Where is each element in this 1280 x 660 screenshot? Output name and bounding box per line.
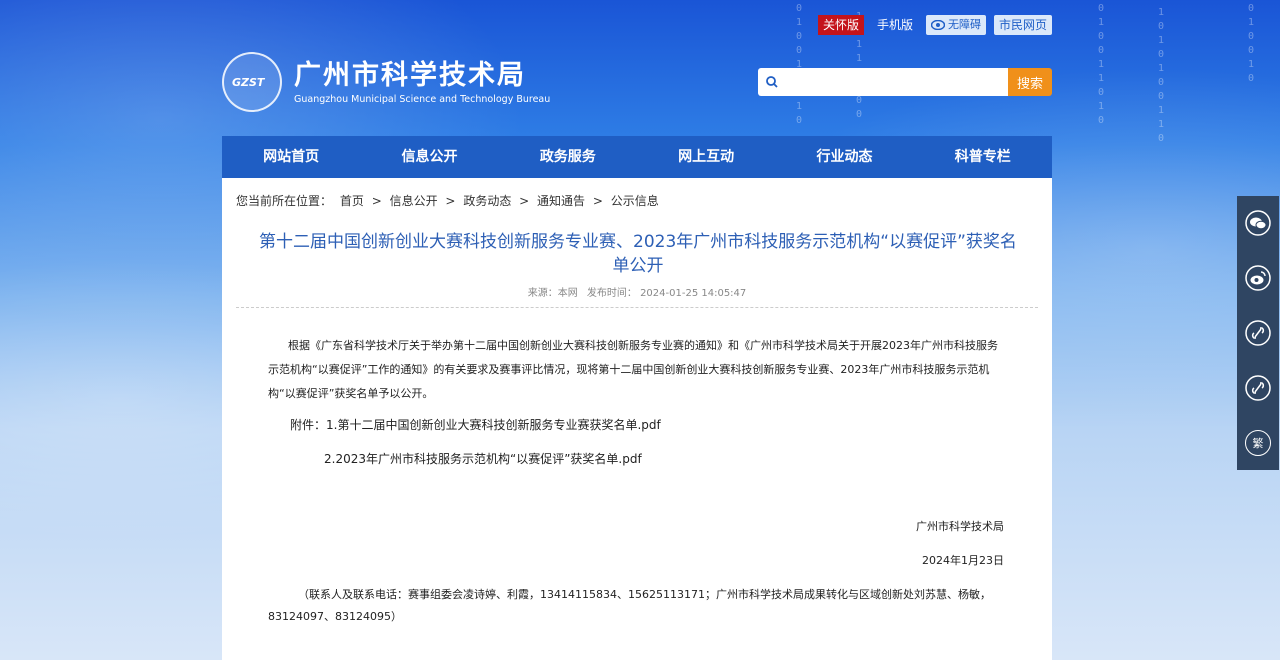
citizen-page-link[interactable]: 市民网页 (993, 15, 1052, 35)
site-logo[interactable]: GZST 广州市科学技术局 Guangzhou Municipal Scienc… (222, 52, 550, 112)
link-icon (1245, 320, 1271, 346)
article-title: 第十二届中国创新创业大赛科技创新服务专业赛、2023年广州市科技服务示范机构“以… (259, 232, 1017, 276)
traditional-chinese-toggle[interactable]: 繁 (1237, 415, 1279, 470)
breadcrumb-item-public[interactable]: 公示信息 (611, 194, 659, 208)
divider (236, 307, 1038, 308)
accessibility-link[interactable]: 无障碍 (925, 15, 986, 35)
article-paragraph: 根据《广东省科学技术厅关于举办第十二届中国创新创业大赛科技创新服务专业赛的通知》… (268, 339, 998, 400)
breadcrumb-sep: > (445, 194, 456, 208)
contact-info: （联系人及联系电话：赛事组委会凌诗婷、利霞，13414115834、156251… (268, 588, 991, 623)
logo-emblem-icon: GZST (222, 52, 282, 112)
decor-digits: 1010100110 (1158, 7, 1165, 144)
nav-government-services[interactable]: 政务服务 (499, 136, 637, 178)
care-version-link[interactable]: 关怀版 (817, 15, 864, 35)
nav-industry-news[interactable]: 行业动态 (775, 136, 913, 178)
nav-science-column[interactable]: 科普专栏 (914, 136, 1052, 178)
site-subtitle: Guangzhou Municipal Science and Technolo… (294, 93, 551, 105)
main-nav: 网站首页 信息公开 政务服务 网上互动 行业动态 科普专栏 (222, 136, 1052, 178)
search-icon (766, 76, 778, 88)
breadcrumb-sep: > (371, 194, 382, 208)
breadcrumb-prefix: 您当前所在位置： (236, 194, 333, 208)
search-button[interactable]: 搜索 (1008, 68, 1052, 96)
article-panel: 您当前所在位置： 首页 > 信息公开 > 政务动态 > 通知通告 > 公示信息 … (222, 178, 1052, 660)
share-wechat[interactable] (1237, 196, 1279, 251)
nav-info-disclosure[interactable]: 信息公开 (360, 136, 498, 178)
article-source: 来源：本网 (527, 288, 578, 299)
breadcrumb-item-notices[interactable]: 通知通告 (537, 194, 585, 208)
breadcrumb: 您当前所在位置： 首页 > 信息公开 > 政务动态 > 通知通告 > 公示信息 (236, 192, 663, 209)
share-sidebar: 繁 (1237, 196, 1279, 470)
top-links: 关怀版 手机版 无障碍 市民网页 (817, 15, 1052, 35)
breadcrumb-item-info[interactable]: 信息公开 (390, 194, 438, 208)
breadcrumb-sep: > (519, 194, 530, 208)
search-input[interactable] (784, 74, 1008, 90)
share-link-1[interactable] (1237, 306, 1279, 361)
decor-digits: 010010 (1248, 3, 1255, 84)
link-icon (1245, 375, 1271, 401)
article-publish-time: 发布时间： 2024-01-25 14:05:47 (586, 288, 747, 299)
wechat-icon (1245, 210, 1271, 237)
search-bar: 搜索 (758, 68, 1052, 96)
decor-digits: 010010110 (796, 3, 803, 126)
signature-date: 2024年1月23日 (922, 554, 1004, 567)
attachment-link-1[interactable]: 附件：1.第十二届中国创新创业大赛科技创新服务专业赛获奖名单.pdf (290, 416, 661, 433)
site-title: 广州市科学技术局 (294, 59, 526, 91)
accessibility-label: 无障碍 (947, 18, 981, 31)
nav-home[interactable]: 网站首页 (222, 136, 360, 178)
traditional-chinese-icon: 繁 (1245, 429, 1271, 456)
attachment-link-2[interactable]: 2.2023年广州市科技服务示范机构“以赛促评”获奖名单.pdf (324, 450, 642, 467)
share-weibo[interactable] (1237, 251, 1279, 306)
decor-digits: 010011010 (1098, 3, 1105, 126)
mobile-version-link[interactable]: 手机版 (872, 15, 918, 35)
eye-icon (930, 20, 945, 30)
logo-mark-text: GZST (232, 76, 265, 89)
breadcrumb-sep: > (592, 194, 603, 208)
breadcrumb-item-home[interactable]: 首页 (340, 194, 364, 208)
signature-org: 广州市科学技术局 (916, 520, 1004, 533)
share-link-2[interactable] (1237, 360, 1279, 415)
breadcrumb-item-news[interactable]: 政务动态 (463, 194, 511, 208)
article-meta: 来源：本网 发布时间： 2024-01-25 14:05:47 (222, 284, 1052, 299)
weibo-icon (1245, 265, 1271, 291)
nav-online-interaction[interactable]: 网上互动 (637, 136, 775, 178)
